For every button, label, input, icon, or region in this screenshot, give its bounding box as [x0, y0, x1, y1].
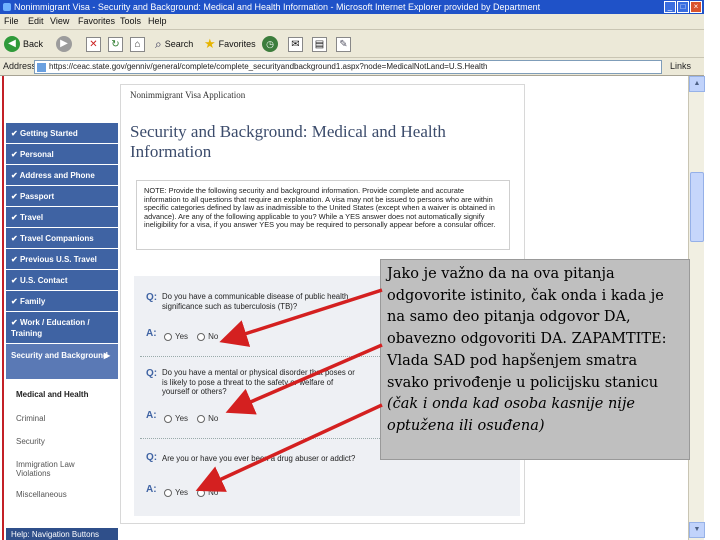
q1-yes-radio[interactable]	[164, 332, 172, 341]
print-button[interactable]: ▤	[312, 35, 327, 53]
sidebar-item-passport[interactable]: ✔ Passport	[6, 186, 118, 207]
home-icon: ⌂	[130, 36, 145, 52]
scroll-thumb[interactable]	[690, 172, 704, 242]
menu-view[interactable]: View	[50, 16, 69, 26]
search-button[interactable]: ⌕ Search	[155, 35, 193, 53]
callout-box: Jako je važno da na ova pitanja odgovori…	[380, 259, 690, 460]
menu-edit[interactable]: Edit	[28, 16, 44, 26]
sidebar-item-travel[interactable]: ✔ Travel	[6, 207, 118, 228]
edit-icon: ✎	[336, 36, 351, 52]
sidebar-item-personal[interactable]: ✔ Personal	[6, 144, 118, 165]
chevron-right-icon: ▶	[103, 351, 110, 360]
refresh-button[interactable]: ↻	[108, 35, 123, 53]
q1-answer-group: Yes No	[164, 332, 218, 341]
sidebar-item-security-background[interactable]: Security and Background ▶	[6, 344, 118, 380]
callout-main-text: Jako je važno da na ova pitanja odgovori…	[387, 266, 667, 391]
q2-no-radio[interactable]	[197, 414, 206, 423]
mail-button[interactable]: ✉	[288, 35, 303, 53]
sidebar-item-us-contact[interactable]: ✔ U.S. Contact	[6, 270, 118, 291]
question-label: Q:	[146, 292, 158, 303]
search-icon: ⌕	[155, 36, 162, 51]
toolbar: ◀ Back ▶ ✕ ↻ ⌂ ⌕ Search ★ Favorites ◷ ✉ …	[0, 30, 704, 58]
menu-tools[interactable]: Tools	[120, 16, 141, 26]
refresh-icon: ↻	[108, 36, 123, 52]
note-text: NOTE: Provide the following security and…	[144, 186, 496, 230]
minimize-button[interactable]: _	[664, 1, 676, 13]
sidebar-item-getting-started[interactable]: ✔ Getting Started	[6, 123, 118, 144]
menu-file[interactable]: File	[4, 16, 19, 26]
forward-button[interactable]: ▶	[56, 35, 72, 53]
page-title: Security and Background: Medical and Hea…	[130, 122, 446, 161]
close-button[interactable]: ×	[690, 1, 702, 13]
help-navigation-link[interactable]: Help: Navigation Buttons	[6, 528, 118, 540]
sidebar-sub-misc[interactable]: Miscellaneous	[6, 490, 118, 499]
history-button[interactable]: ◷	[262, 35, 278, 53]
scroll-up-icon[interactable]: ▲	[689, 76, 705, 92]
sidebar-item-work-education[interactable]: ✔ Work / Education / Training	[6, 312, 118, 344]
q1-no-radio[interactable]	[197, 332, 206, 341]
q2-yes-radio[interactable]	[164, 414, 172, 423]
sidebar-item-previous-travel[interactable]: ✔ Previous U.S. Travel	[6, 249, 118, 270]
address-bar: Address https://ceac.state.gov/genniv/ge…	[0, 58, 704, 76]
question-1-text: Do you have a communicable disease of pu…	[162, 292, 349, 311]
sidebar-sub-medical[interactable]: Medical and Health	[6, 390, 118, 399]
answer-label: A:	[146, 328, 157, 339]
scroll-down-icon[interactable]: ▼	[689, 522, 705, 538]
history-icon: ◷	[262, 36, 278, 52]
q3-no-radio[interactable]	[197, 488, 206, 497]
q3-yes-radio[interactable]	[164, 488, 172, 497]
sidebar-item-travel-companions[interactable]: ✔ Travel Companions	[6, 228, 118, 249]
back-button[interactable]: ◀ Back	[4, 35, 43, 53]
sidebar-item-family[interactable]: ✔ Family	[6, 291, 118, 312]
vertical-scrollbar[interactable]: ▲ ▼	[688, 76, 705, 540]
question-label: Q:	[146, 452, 158, 463]
back-arrow-icon: ◀	[4, 36, 20, 52]
answer-label: A:	[146, 410, 157, 421]
menu-bar: File Edit View Favorites Tools Help	[0, 14, 704, 30]
stop-icon: ✕	[86, 36, 101, 52]
page-icon	[37, 63, 46, 72]
star-icon: ★	[204, 36, 216, 51]
links-button[interactable]: Links	[670, 61, 691, 71]
window-title: Nonimmigrant Visa - Security and Backgro…	[14, 2, 541, 12]
forward-arrow-icon: ▶	[56, 36, 72, 52]
edit-page-button[interactable]: ✎	[336, 35, 351, 53]
sidebar-nav: ✔ Getting Started ✔ Personal ✔ Address a…	[6, 123, 118, 499]
mail-icon: ✉	[288, 36, 303, 52]
sidebar-sub-criminal[interactable]: Criminal	[6, 414, 118, 423]
note-box: NOTE: Provide the following security and…	[136, 180, 510, 250]
window-title-bar: Nonimmigrant Visa - Security and Backgro…	[0, 0, 704, 14]
question-3-text: Are you or have you ever been a drug abu…	[162, 454, 356, 463]
question-2-text: Do you have a mental or physical disorde…	[162, 368, 355, 396]
page-border-accent	[2, 76, 4, 540]
maximize-button[interactable]: □	[677, 1, 689, 13]
stop-button[interactable]: ✕	[86, 35, 101, 53]
question-label: Q:	[146, 368, 158, 379]
sidebar-item-address-phone[interactable]: ✔ Address and Phone	[6, 165, 118, 186]
address-label: Address	[3, 61, 37, 71]
sidebar-sub-immigration[interactable]: Immigration Law Violations	[6, 460, 76, 478]
sidebar-sub-security[interactable]: Security	[6, 437, 118, 446]
menu-favorites[interactable]: Favorites	[78, 16, 115, 26]
q3-answer-group: Yes No	[164, 488, 218, 497]
callout-italic-text: (čak i onda kad osoba kasnije nije optuž…	[387, 396, 636, 434]
ie-logo-icon	[3, 3, 11, 11]
menu-help[interactable]: Help	[148, 16, 167, 26]
q2-answer-group: Yes No	[164, 414, 218, 423]
home-button[interactable]: ⌂	[130, 35, 145, 53]
printer-icon: ▤	[312, 36, 327, 52]
favorites-button[interactable]: ★ Favorites	[204, 35, 256, 53]
answer-label: A:	[146, 484, 157, 495]
address-input[interactable]: https://ceac.state.gov/genniv/general/co…	[34, 60, 662, 74]
app-heading: Nonimmigrant Visa Application	[130, 90, 246, 100]
